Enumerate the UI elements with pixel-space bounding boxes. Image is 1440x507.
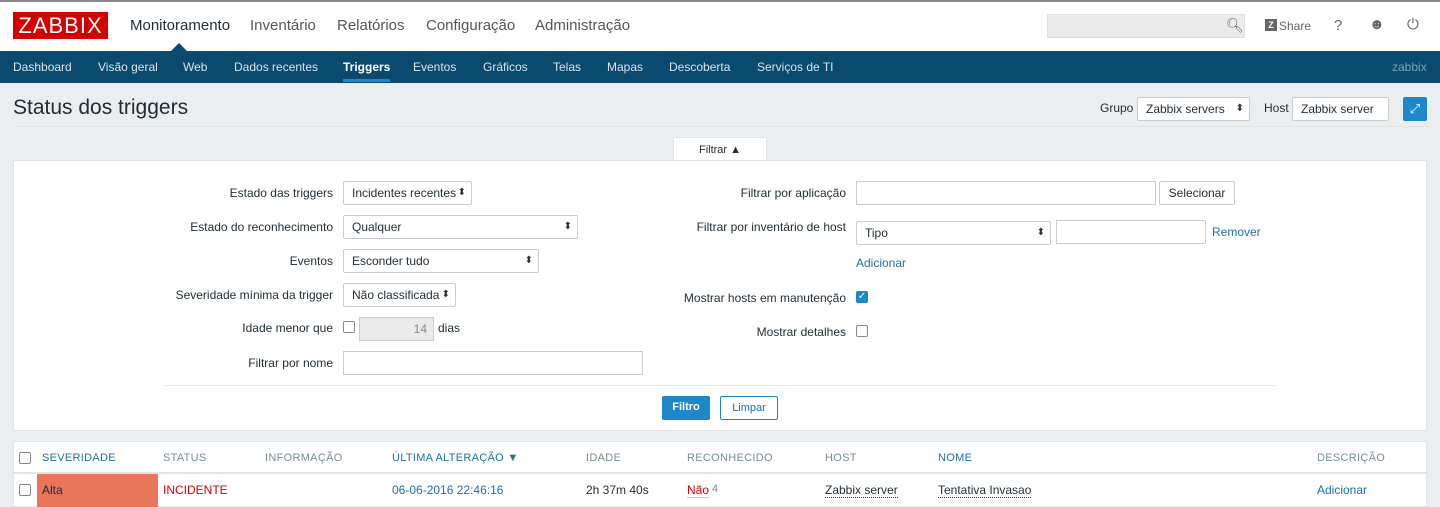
fullscreen-button[interactable]: ⤢ (1403, 97, 1427, 121)
menu-monitoramento[interactable]: Monitoramento (130, 17, 230, 34)
name-input[interactable] (343, 351, 643, 375)
age-value: 2h 37m 40s (586, 483, 649, 497)
submenu-mapas[interactable]: Mapas (607, 60, 643, 74)
host-select[interactable]: Zabbix server (1292, 97, 1389, 121)
updown-icon: ⬍ (524, 255, 533, 266)
menu-inventario[interactable]: Inventário (250, 17, 316, 34)
share-link[interactable]: Share (1279, 19, 1311, 33)
search-input[interactable] (1047, 14, 1245, 38)
col-last-change[interactable]: ÚLTIMA ALTERAÇÃO ▼ (392, 452, 519, 464)
maintenance-label: Mostrar hosts em manutenção (683, 291, 846, 305)
host-value: Zabbix server (1301, 102, 1374, 116)
ack-value: Qualquer (352, 220, 402, 234)
help-icon[interactable]: ? (1334, 17, 1342, 34)
submenu-triggers[interactable]: Triggers (343, 60, 391, 82)
submenu-servicos-ti[interactable]: Serviços de TI (757, 60, 833, 74)
inventory-field-value: Tipo (865, 226, 888, 240)
inventory-label: Filtrar por inventário de host (696, 220, 846, 234)
submenu-web[interactable]: Web (183, 60, 207, 74)
active-menu-caret (171, 43, 187, 51)
add-description-link[interactable]: Adicionar (1317, 483, 1367, 497)
reset-filter-button[interactable]: Limpar (720, 396, 778, 420)
user-icon[interactable]: ☻ (1369, 16, 1385, 33)
submenu-telas[interactable]: Telas (553, 60, 581, 74)
inventory-field-select[interactable]: Tipo ⬍ (856, 221, 1051, 245)
submenu-visao-geral[interactable]: Visão geral (98, 60, 158, 74)
ack-count: 4 (712, 483, 719, 495)
col-status: STATUS (163, 452, 207, 464)
severity-select[interactable]: Não classificada ⬍ (343, 283, 456, 307)
submenu-dashboard[interactable]: Dashboard (13, 60, 72, 74)
last-change-link[interactable]: 06-06-2016 22:46:16 (392, 483, 503, 497)
updown-icon: ⬍ (1036, 227, 1045, 238)
severity-label: Severidade mínima da trigger (175, 288, 333, 302)
apply-filter-button[interactable]: Filtro (662, 396, 710, 420)
inventory-value-input[interactable] (1056, 220, 1206, 244)
remove-link[interactable]: Remover (1212, 225, 1261, 239)
app-label: Filtrar por aplicação (740, 186, 846, 200)
share-icon[interactable]: Z (1265, 19, 1277, 31)
add-link[interactable]: Adicionar (856, 256, 906, 270)
severity-value: Alta (42, 483, 63, 497)
updown-icon: ⬍ (441, 289, 450, 300)
triggers-table (13, 441, 1427, 507)
menu-administracao[interactable]: Administração (535, 17, 630, 34)
menu-configuracao[interactable]: Configuração (426, 17, 515, 34)
col-info: INFORMAÇÃO (265, 452, 343, 464)
details-checkbox[interactable] (856, 325, 868, 337)
col-severity[interactable]: SEVERIDADE (42, 452, 116, 464)
state-value: Incidentes recentes (352, 186, 457, 200)
page-title: Status dos triggers (13, 96, 189, 119)
filter-tab[interactable]: Filtrar ▲ (673, 137, 767, 161)
search-icon[interactable]: 🔍︎ (1226, 17, 1244, 34)
divider (13, 126, 1427, 127)
state-label: Estado das triggers (229, 186, 333, 200)
age-label: Idade menor que (242, 321, 333, 335)
events-select[interactable]: Esconder tudo ⬍ (343, 249, 539, 273)
host-label: Host (1264, 101, 1289, 115)
age-checkbox[interactable] (343, 321, 355, 333)
maintenance-checkbox[interactable]: ✓ (856, 291, 868, 303)
trigger-name-link[interactable]: Tentativa Invasao (938, 483, 1032, 498)
events-value: Esconder tudo (352, 254, 430, 268)
zabbix-logo[interactable]: ZABBIX (13, 12, 108, 39)
details-label: Mostrar detalhes (756, 325, 846, 339)
username: zabbix (1392, 60, 1427, 74)
submenu-descoberta[interactable]: Descoberta (669, 60, 730, 74)
name-label: Filtrar por nome (248, 356, 333, 370)
col-host: HOST (825, 452, 857, 464)
group-label: Grupo (1100, 101, 1134, 115)
header-divider (14, 472, 1426, 474)
ack-select[interactable]: Qualquer ⬍ (343, 215, 578, 239)
submenu-eventos[interactable]: Eventos (413, 60, 456, 74)
state-select[interactable]: Incidentes recentes ⬍ (343, 181, 472, 205)
col-description: DESCRIÇÃO (1317, 452, 1386, 464)
ack-label: Estado do reconhecimento (190, 220, 333, 234)
updown-icon: ⬍ (563, 221, 572, 232)
col-age: IDADE (586, 452, 622, 464)
group-value: Zabbix servers (1146, 102, 1225, 116)
status-value: INCIDENTE (163, 483, 228, 497)
divider (165, 385, 1275, 386)
severity-value: Não classificada (352, 288, 440, 302)
col-ack: RECONHECIDO (687, 452, 773, 464)
submenu-graficos[interactable]: Gráficos (483, 60, 528, 74)
age-unit: dias (438, 321, 461, 335)
col-name[interactable]: NOME (938, 452, 972, 464)
select-all-checkbox[interactable] (19, 452, 31, 464)
app-input[interactable] (856, 181, 1156, 205)
ack-link[interactable]: Não (687, 483, 710, 498)
row-checkbox[interactable] (19, 484, 31, 496)
menu-relatorios[interactable]: Relatórios (337, 17, 405, 34)
submenu-dados-recentes[interactable]: Dados recentes (234, 60, 318, 74)
power-icon[interactable]: ⏻ (1407, 16, 1419, 33)
group-select[interactable]: Zabbix servers ⬍ (1137, 97, 1250, 121)
age-input[interactable]: 14 (359, 317, 434, 341)
events-label: Eventos (289, 254, 333, 268)
updown-icon: ⬍ (457, 187, 466, 198)
select-button[interactable]: Selecionar (1159, 181, 1235, 205)
host-link[interactable]: Zabbix server (825, 483, 898, 498)
updown-icon: ⬍ (1235, 103, 1244, 114)
